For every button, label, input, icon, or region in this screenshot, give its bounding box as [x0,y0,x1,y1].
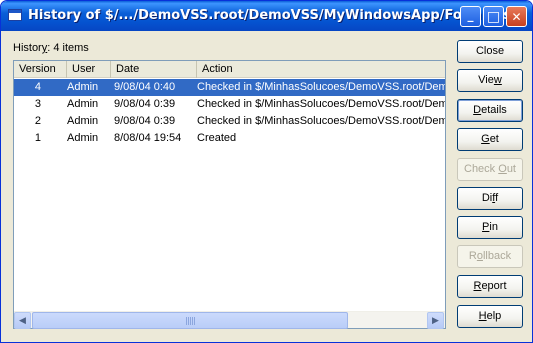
maximize-button[interactable]: □ [483,6,504,27]
column-header-action[interactable]: Action [197,61,445,78]
title-bar[interactable]: History of $/.../DemoVSS.root/DemoVSS/My… [1,1,532,31]
close-window-button[interactable]: ✕ [506,6,527,27]
button-label: f [495,192,499,204]
maximize-icon: □ [486,8,501,25]
scroll-right-button[interactable]: ▶ [427,312,444,329]
date-cell: 9/08/04 0:39 [114,115,176,127]
history-count-label: History: 4 items [13,42,89,54]
history-row[interactable]: 3 Admin 9/08/04 0:39 Checked in $/MinhasSol… [14,96,445,113]
window-title: History of $/.../DemoVSS.root/DemoVSS/My… [28,8,512,23]
details-button[interactable]: Details [457,99,523,122]
button-label: et [489,133,499,145]
grip-icon [186,317,195,325]
button-label: llback [482,250,512,262]
scroll-left-button[interactable]: ◀ [14,312,31,329]
window-app-icon [8,9,22,21]
report-button[interactable]: Report [457,275,523,298]
button-accelerator: H [478,310,487,322]
minimize-button[interactable]: _ [460,6,481,27]
action-cell: Checked in $/MinhasSolucoes/DemoVSS.root… [197,98,445,110]
history-row[interactable]: 4 Admin 9/08/04 0:40 Checked in $/MinhasSol… [14,79,445,96]
button-accelerator: G [481,133,490,145]
date-cell: 8/08/04 19:54 [114,132,182,144]
action-cell: Checked in $/MinhasSolucoes/DemoVSS.root… [197,115,445,127]
view-button[interactable]: View [457,69,523,92]
button-label: Di [481,192,493,204]
history-dialog: History of $/.../DemoVSS.root/DemoVSS/My… [0,0,533,343]
date-cell: 9/08/04 0:40 [114,81,176,93]
close-button[interactable]: Close [457,40,523,63]
column-header-version[interactable]: Version [14,61,67,78]
button-label: in [489,221,498,233]
version-cell: 3 [34,98,41,110]
close-icon: ✕ [511,9,522,24]
action-cell: Created [197,132,237,144]
user-cell: Admin [67,132,99,144]
get-button[interactable]: Get [457,128,523,151]
column-header-user[interactable]: User [67,61,111,78]
user-cell: Admin [67,98,99,110]
minimize-icon: _ [467,7,474,22]
history-list[interactable]: Version User Date Action 4 Admin 9/08/04 0… [13,60,446,329]
version-cell: 1 [34,132,41,144]
arrow-right-icon: ▶ [432,315,439,325]
button-label: R [468,250,477,262]
scroll-thumb[interactable] [32,312,348,329]
list-rows: 4 Admin 9/08/04 0:40 Checked in $/MinhasSol… [14,79,445,147]
button-label: Check [464,163,499,175]
button-accelerator: w [493,74,502,86]
button-label: Vie [478,74,494,86]
pin-button[interactable]: Pin [457,216,523,239]
diff-button[interactable]: Diff [457,187,523,210]
user-cell: Admin [67,81,99,93]
horizontal-scrollbar[interactable]: ◀ ▶ [14,311,445,329]
button-accelerator: D [473,104,482,116]
button-label: elp [486,310,502,322]
rollback-button[interactable]: Rollback [457,245,523,268]
button-label: Close [475,45,505,57]
button-label: eport [481,280,507,292]
user-cell: Admin [67,115,99,127]
button-label: etails [481,104,507,116]
arrow-left-icon: ◀ [19,315,26,325]
history-row[interactable]: 2 Admin 9/08/04 0:39 Checked in $/MinhasSol… [14,113,445,130]
help-button[interactable]: Help [457,305,523,328]
button-label: ut [506,163,516,175]
version-cell: 2 [34,115,41,127]
column-header-date[interactable]: Date [111,61,197,78]
list-header: Version User Date Action [14,61,445,78]
date-cell: 9/08/04 0:39 [114,98,176,110]
action-cell: Checked in $/MinhasSolucoes/DemoVSS.root… [197,81,445,93]
check-out-button[interactable]: Check Out [457,158,523,181]
button-accelerator: O [498,163,507,175]
version-cell: 4 [34,81,41,93]
history-row[interactable]: 1 Admin 8/08/04 19:54 Created [14,130,445,147]
